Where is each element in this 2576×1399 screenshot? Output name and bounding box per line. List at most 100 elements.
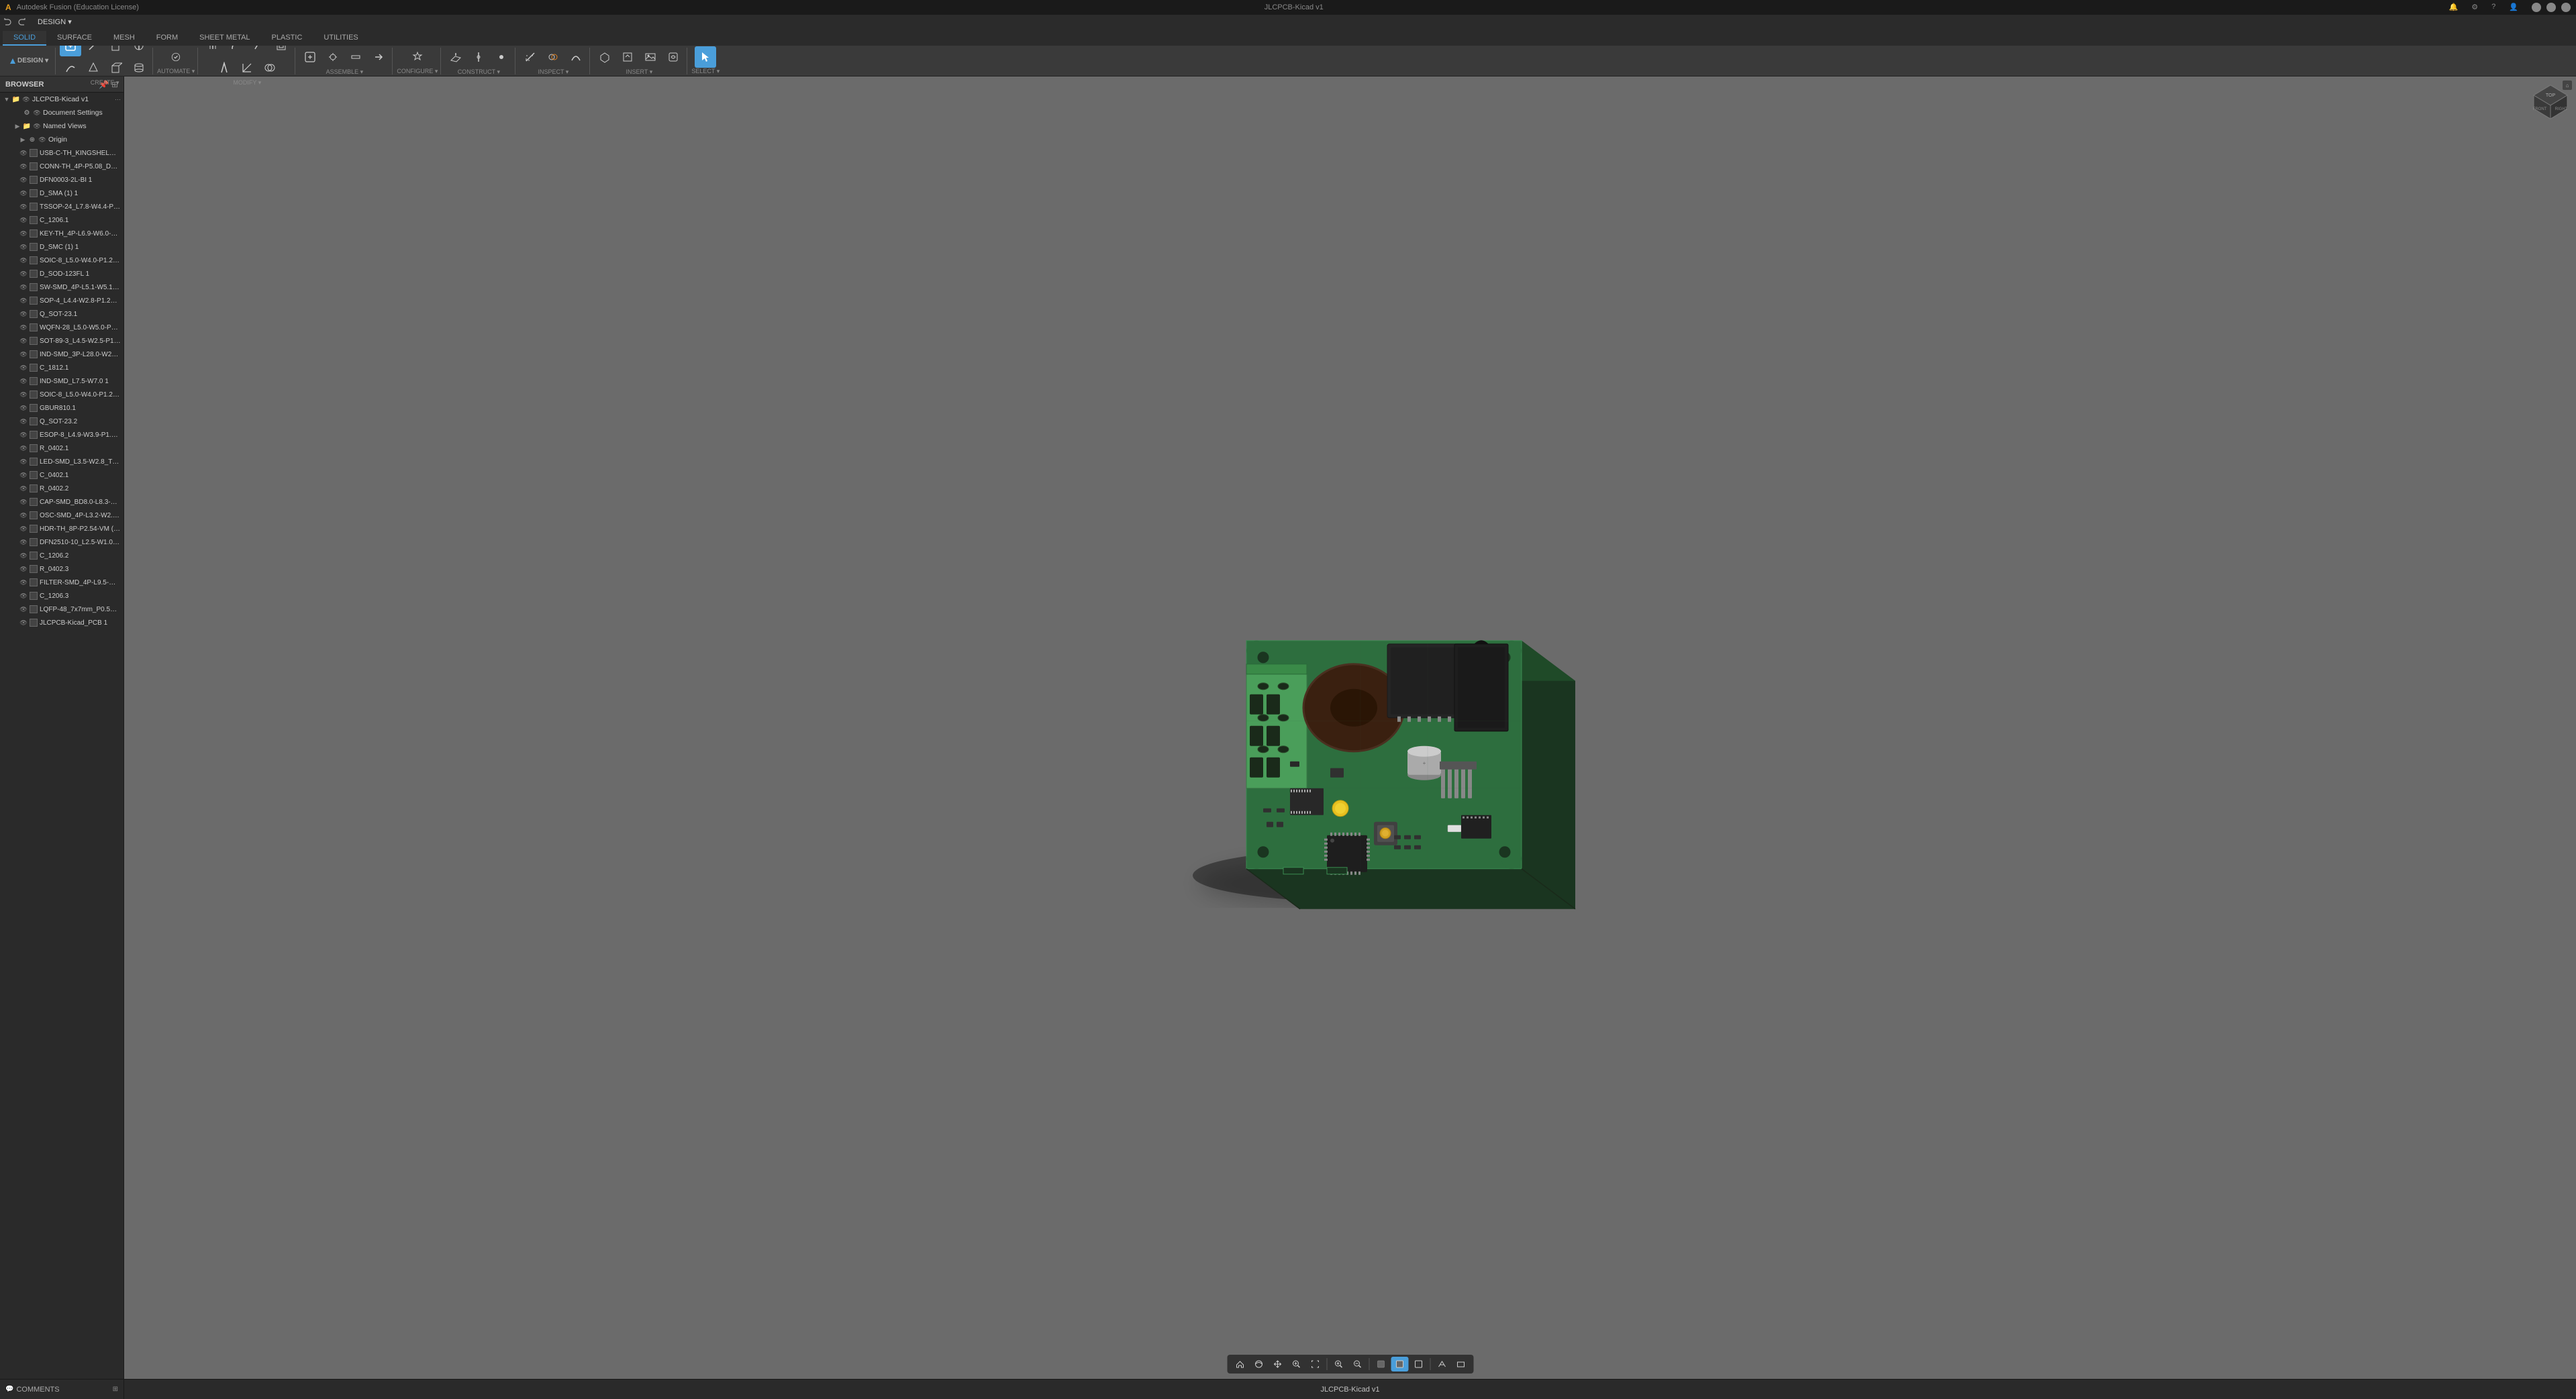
toolbar-design-label[interactable]: DESIGN ▾ xyxy=(5,57,52,64)
doc-settings-eye[interactable]: 👁 xyxy=(32,108,42,117)
tree-item-soic-8-1[interactable]: 👁 SOIC-8_L5.0-W4.0-P1.27-LS6.0-E... xyxy=(0,254,123,267)
tree-item-usb-c[interactable]: 👁 USB-C-TH_KINGSHELM_KH-TYPE... xyxy=(0,146,123,160)
cube-home-btn[interactable]: ⌂ xyxy=(2563,81,2572,90)
viewport[interactable]: TOP FRONT RIGHT ⌂ xyxy=(124,76,2576,1379)
vp-btn-display-wireframe[interactable] xyxy=(1409,1357,1427,1371)
tree-item-doc-settings[interactable]: ⚙ 👁 Document Settings xyxy=(0,106,123,119)
toolbar-btn-automate[interactable] xyxy=(162,46,189,68)
item-eye-lqfp-48[interactable]: 👁 xyxy=(19,605,28,614)
item-eye-esop-8[interactable]: 👁 xyxy=(19,430,28,439)
toolbar-btn-offset-plane[interactable] xyxy=(445,46,466,68)
toolbar-btn-new-component-a[interactable] xyxy=(299,46,321,68)
tree-item-c-1206-1[interactable]: 👁 C_1206.1 xyxy=(0,213,123,227)
tab-form[interactable]: FORM xyxy=(146,31,189,46)
vp-btn-zoom-out[interactable] xyxy=(1348,1357,1366,1371)
tree-item-c-1812[interactable]: 👁 C_1812.1 xyxy=(0,361,123,374)
toolbar-btn-configure[interactable] xyxy=(407,46,428,68)
tree-item-q-sot-23-2[interactable]: 👁 Q_SOT-23.2 xyxy=(0,415,123,428)
tree-item-c-0402-1[interactable]: 👁 C_0402.1 xyxy=(0,468,123,482)
tree-item-cap-smd[interactable]: 👁 CAP-SMD_BD8.0-L8.3-W8.3-FD (..) xyxy=(0,495,123,509)
title-icon-help[interactable]: ? xyxy=(2491,3,2495,12)
maximize-button[interactable] xyxy=(2546,3,2556,12)
tree-item-tssop-24[interactable]: 👁 TSSOP-24_L7.8-W4.4-P0.65-L56... xyxy=(0,200,123,213)
toolbar-btn-draft[interactable] xyxy=(213,57,235,79)
item-eye-ind-smd-2[interactable]: 👁 xyxy=(19,376,28,386)
vp-btn-home[interactable] xyxy=(1231,1357,1248,1371)
select-label[interactable]: SELECT ▾ xyxy=(691,68,720,75)
item-eye-d-smc1[interactable]: 👁 xyxy=(19,242,28,252)
toolbar-btn-loft[interactable] xyxy=(83,57,104,79)
tree-item-r-0402-3[interactable]: 👁 R_0402.3 xyxy=(0,562,123,576)
tree-item-sop-4[interactable]: 👁 SOP-4_L4.4-W2.8-P1.27-LS7.0-TI... xyxy=(0,294,123,307)
tree-item-sot-89[interactable]: 👁 SOT-89-3_L4.5-W2.5-P1.50-LS4.C... xyxy=(0,334,123,348)
item-eye-sot-89[interactable]: 👁 xyxy=(19,336,28,346)
tree-item-dfn2510[interactable]: 👁 DFN2510-10_L2.5-W1.0-P0.50-BL... xyxy=(0,535,123,549)
vp-btn-camera-ortho[interactable] xyxy=(1452,1357,1469,1371)
item-eye-dfn0003[interactable]: 👁 xyxy=(19,175,28,185)
item-eye-d-sod-1[interactable]: 👁 xyxy=(19,269,28,278)
item-eye-jlcpcb-pcb[interactable]: 👁 xyxy=(19,618,28,627)
tree-item-d-sma1[interactable]: 👁 D_SMA (1) 1 xyxy=(0,187,123,200)
tab-surface[interactable]: SURFACE xyxy=(46,31,103,46)
toolbar-btn-insert-mesh[interactable] xyxy=(594,46,615,68)
item-eye-r-0402-2[interactable]: 👁 xyxy=(19,484,28,493)
item-eye-r-0402-3[interactable]: 👁 xyxy=(19,564,28,574)
item-eye-sw-smd[interactable]: 👁 xyxy=(19,282,28,292)
item-eye-hdr-th[interactable]: 👁 xyxy=(19,524,28,533)
inspect-label[interactable]: INSPECT ▾ xyxy=(519,68,587,76)
item-eye-q-sot-23[interactable]: 👁 xyxy=(19,309,28,319)
tree-item-lqfp-48[interactable]: 👁 LQFP-48_7x7mm_P0.5mm 1 xyxy=(0,603,123,616)
toolbar-btn-insert-image[interactable] xyxy=(640,46,661,68)
vp-btn-orbit[interactable] xyxy=(1250,1357,1267,1371)
item-eye-d-sma1[interactable]: 👁 xyxy=(19,189,28,198)
close-button[interactable] xyxy=(2561,3,2571,12)
item-eye-ind-smd-1[interactable]: 👁 xyxy=(19,350,28,359)
item-eye-conn-th[interactable]: 👁 xyxy=(19,162,28,171)
tree-item-ind-smd-2[interactable]: 👁 IND-SMD_L7.5-W7.0 1 xyxy=(0,374,123,388)
tree-item-conn-th[interactable]: 👁 CONN-TH_4P-P5.08_DB129VG-5... xyxy=(0,160,123,173)
toolbar-btn-box[interactable] xyxy=(105,57,127,79)
root-options-icon[interactable]: ⋯ xyxy=(115,96,121,103)
modify-label[interactable]: MODIFY ▾ xyxy=(202,79,292,87)
tab-mesh[interactable]: MESH xyxy=(103,31,146,46)
tree-item-origin[interactable]: ▶ ⊕ 👁 Origin xyxy=(0,133,123,146)
assemble-label[interactable]: ASSEMBLE ▾ xyxy=(299,68,389,76)
vp-btn-fit[interactable] xyxy=(1306,1357,1324,1371)
item-eye-sop-4[interactable]: 👁 xyxy=(19,296,28,305)
title-icon-notifications[interactable]: 🔔 xyxy=(2449,3,2459,12)
tree-item-d-smc1[interactable]: 👁 D_SMC (1) 1 xyxy=(0,240,123,254)
item-eye-c-0402-1[interactable]: 👁 xyxy=(19,470,28,480)
toolbar-btn-joint[interactable] xyxy=(322,46,344,68)
automate-label[interactable]: AUTOMATE ▾ xyxy=(157,68,195,75)
tree-item-named-views[interactable]: ▶ 📁 👁 Named Views xyxy=(0,119,123,133)
title-icon-user[interactable]: 👤 xyxy=(2509,3,2518,12)
item-eye-r-0402-1[interactable]: 👁 xyxy=(19,444,28,453)
tab-plastic[interactable]: PLASTIC xyxy=(261,31,313,46)
toolbar-btn-motion[interactable] xyxy=(368,46,389,68)
toolbar-btn-sweep[interactable] xyxy=(60,57,81,79)
toolbar-btn-insert-svg[interactable] xyxy=(617,46,638,68)
toolbar-btn-curvature[interactable] xyxy=(565,46,587,68)
item-eye-c-1206-2[interactable]: 👁 xyxy=(19,551,28,560)
item-eye-filter-smd[interactable]: 👁 xyxy=(19,578,28,587)
tree-item-ind-smd-1[interactable]: 👁 IND-SMD_3P-L28.0-W27.0_1 1 xyxy=(0,348,123,361)
item-eye-usb-c[interactable]: 👁 xyxy=(19,148,28,158)
tree-item-key-th[interactable]: 👁 KEY-TH_4P-L6.9-W6.0-P4.50-LSE... xyxy=(0,227,123,240)
minimize-button[interactable] xyxy=(2532,3,2541,12)
item-eye-soic-8-2[interactable]: 👁 xyxy=(19,390,28,399)
tab-utilities[interactable]: UTILITIES xyxy=(313,31,368,46)
toolbar-btn-cylinder[interactable] xyxy=(128,57,150,79)
construct-label[interactable]: CONSTRUCT ▾ xyxy=(445,68,512,76)
tree-item-c-1206-2[interactable]: 👁 C_1206.2 xyxy=(0,549,123,562)
item-eye-q-sot-23-2[interactable]: 👁 xyxy=(19,417,28,426)
tree-item-c-1206-3[interactable]: 👁 C_1206.3 xyxy=(0,589,123,603)
toolbar-btn-interference[interactable] xyxy=(542,46,564,68)
toolbar-btn-axis[interactable] xyxy=(468,46,489,68)
item-eye-wqfn-28[interactable]: 👁 xyxy=(19,323,28,332)
nav-cube[interactable]: TOP FRONT RIGHT ⌂ xyxy=(2530,82,2571,122)
tree-item-sw-smd[interactable]: 👁 SW-SMD_4P-L5.1-W5.1-P3.70-LS... xyxy=(0,280,123,294)
tree-item-osc-smd[interactable]: 👁 OSC-SMD_4P-L3.2-W2.5-BL 1 xyxy=(0,509,123,522)
toolbar-btn-select[interactable] xyxy=(695,46,716,68)
title-icon-settings[interactable]: ⚙ xyxy=(2471,3,2478,12)
toolbar-btn-combine[interactable] xyxy=(259,57,281,79)
